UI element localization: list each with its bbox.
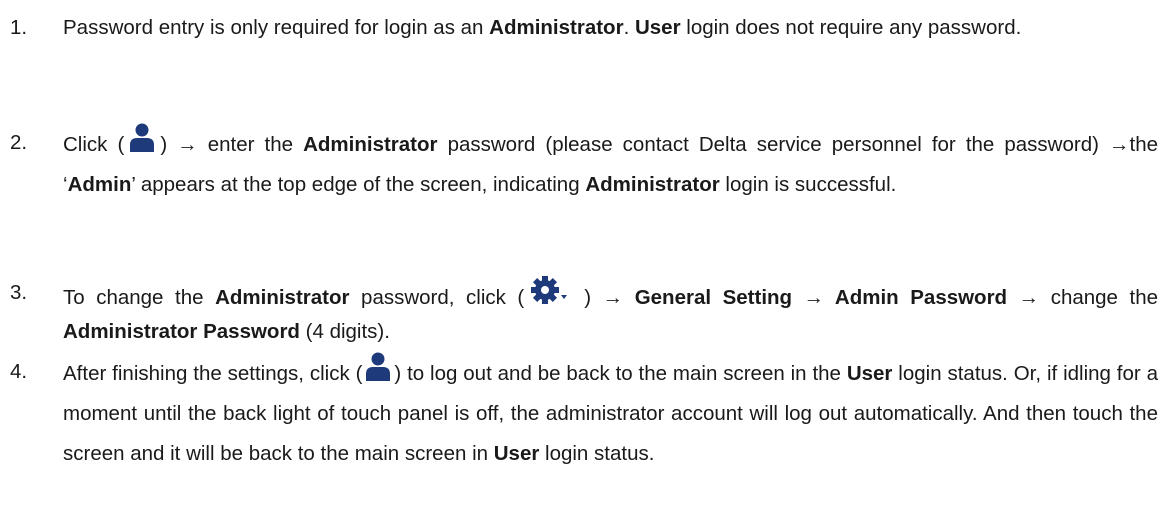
bold-term: General Setting → Admin Password bbox=[634, 286, 1008, 309]
bold-term: User bbox=[846, 362, 893, 385]
text-run: ) → enter the bbox=[160, 133, 304, 156]
bold-term: Administrator bbox=[585, 173, 720, 196]
bold-term: User bbox=[634, 16, 681, 39]
user-icon bbox=[364, 352, 392, 382]
bold-term: User bbox=[493, 442, 540, 465]
item-text: To change the Administrator password, cl… bbox=[63, 276, 1158, 349]
instruction-list: 1. Password entry is only required for l… bbox=[0, 0, 1168, 520]
gear-dropdown-icon bbox=[530, 276, 570, 306]
item-number: 4. bbox=[10, 360, 28, 383]
item-number: 2. bbox=[10, 131, 28, 154]
bold-term: Administrator bbox=[489, 16, 624, 39]
text-run: To change the bbox=[63, 286, 216, 309]
item-number: 1. bbox=[10, 16, 28, 39]
text-run: . bbox=[623, 16, 635, 39]
text-run: Click ( bbox=[63, 133, 125, 156]
text-run: ) to log out and be back to the main scr… bbox=[394, 362, 847, 385]
text-run: login does not require any password. bbox=[680, 16, 1022, 39]
item-text: Click () → enter the Administrator passw… bbox=[63, 123, 1158, 205]
item-number: 3. bbox=[10, 281, 28, 304]
bold-term: Administrator bbox=[215, 286, 350, 309]
text-run: After finishing the settings, click ( bbox=[63, 362, 363, 385]
item-text: Password entry is only required for logi… bbox=[63, 8, 1158, 48]
text-run: login is successful. bbox=[719, 173, 897, 196]
text-run: ) → bbox=[584, 286, 635, 309]
bold-term: Admin bbox=[67, 173, 132, 196]
text-run: Password entry is only required for logi… bbox=[63, 16, 490, 39]
user-icon bbox=[128, 123, 156, 153]
text-run: → change the bbox=[1007, 286, 1159, 309]
text-run: ’ appears at the top edge of the screen,… bbox=[131, 173, 586, 196]
text-run: (4 digits). bbox=[299, 320, 390, 343]
text-run: login status. bbox=[539, 442, 655, 465]
text-run: password, click ( bbox=[349, 286, 525, 309]
bold-term: Administrator bbox=[303, 133, 438, 156]
item-text: After finishing the settings, click ( ) t… bbox=[63, 352, 1158, 474]
bold-term: Administrator Password bbox=[63, 320, 300, 343]
